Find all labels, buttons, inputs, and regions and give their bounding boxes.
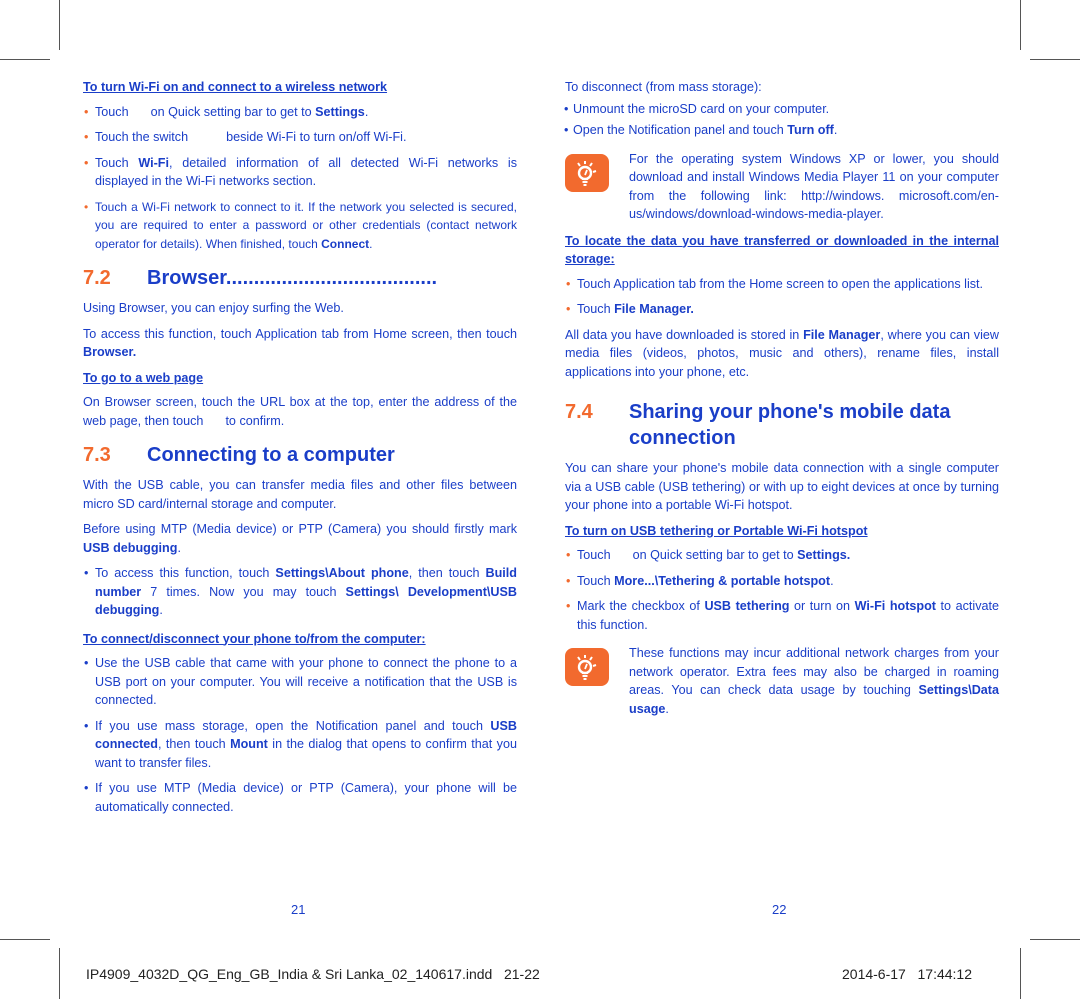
list-item: • Touch Application tab from the Home scr… — [565, 275, 999, 294]
connect-subheading: To connect/disconnect your phone to/from… — [83, 631, 426, 646]
bullet-icon: • — [84, 718, 89, 733]
bullet-icon: • — [84, 781, 89, 795]
file-slug: IP4909_4032D_QG_Eng_GB_India & Sri Lanka… — [86, 966, 540, 982]
section-title: Browser.................................… — [147, 267, 438, 289]
bullet-icon: • — [566, 276, 571, 291]
paragraph: With the USB cable, you can transfer med… — [83, 478, 517, 511]
bullet-icon: • — [84, 656, 89, 670]
list-item: • If you use mass storage, open the Notif… — [84, 718, 517, 770]
page-number-left: 21 — [291, 902, 306, 917]
paragraph: All data you have downloaded is stored i… — [565, 327, 999, 379]
tip-note: For the operating system Windows XP or l… — [565, 150, 999, 224]
wifi-steps: • Touch on Quick setting bar to get to Set… — [83, 103, 517, 254]
section-heading-computer: 7.3 Connecting to a computer — [83, 442, 517, 468]
webpage-subheading: To go to a web page — [83, 370, 204, 385]
section-title: Sharing your phone's mobile data connect… — [629, 401, 951, 449]
left-page: To turn Wi-Fi on and connect to a wirele… — [83, 78, 517, 823]
list-item: • Touch on Quick setting bar to get to Set… — [83, 103, 517, 122]
lightbulb-icon — [565, 153, 609, 192]
list-item: • Touch File Manager. — [565, 300, 999, 319]
paragraph: Before using MTP (Media device) or PTP (… — [83, 522, 517, 555]
list-item: • Touch Wi-Fi, detailed information of al… — [84, 155, 518, 189]
crop-mark — [1020, 0, 1021, 50]
lightbulb-icon — [565, 648, 609, 686]
bullet-icon: • — [564, 101, 569, 116]
crop-mark — [1030, 59, 1080, 60]
tethering-subheading: To turn on USB tethering or Portable Wi-… — [565, 523, 868, 538]
bullet-icon: • — [84, 130, 89, 144]
list-item: • Use the USB cable that came with your p… — [84, 656, 517, 707]
section-number: 7.4 — [565, 401, 593, 423]
section-number: 7.2 — [83, 267, 111, 289]
locate-subheading: To locate the data you have transferred … — [565, 233, 999, 267]
tip-text: These functions may incur additional net… — [629, 646, 999, 716]
paragraph: On Browser screen, touch the URL box at … — [83, 395, 517, 428]
bullet-icon: • — [566, 573, 571, 588]
crop-mark — [1020, 948, 1021, 999]
paragraph: You can share your phone's mobile data c… — [565, 461, 999, 512]
bullet-icon: • — [84, 155, 89, 170]
list-item: • Open the Notification panel and touch T… — [564, 121, 999, 140]
print-timestamp: 2014-6-17 17:44:12 — [842, 966, 972, 982]
bullet-icon: • — [566, 599, 571, 613]
list-item: • Touch More...\Tethering & portable hots… — [565, 572, 999, 591]
disconnect-steps: • Unmount the microSD card on your comput… — [564, 100, 999, 140]
list-item: • Unmount the microSD card on your comput… — [564, 100, 999, 119]
list-item: • Touch the switch beside Wi-Fi to turn on… — [83, 128, 517, 147]
bullet-icon: • — [566, 548, 571, 562]
list-item: • If you use MTP (Media device) or PTP (C… — [84, 781, 517, 814]
usb-debug-steps: • To access this function, touch Settings… — [83, 564, 517, 620]
bullet-icon: • — [84, 566, 89, 580]
right-page: To disconnect (from mass storage): • Unmo… — [564, 78, 999, 726]
bullet-icon: • — [84, 104, 89, 119]
tip-note: These functions may incur additional net… — [565, 644, 999, 718]
crop-mark — [59, 948, 60, 999]
section-title: Connecting to a computer — [147, 444, 395, 466]
paragraph: To access this function, touch Applicati… — [83, 326, 517, 360]
crop-mark — [0, 939, 50, 940]
connect-steps: • Use the USB cable that came with your p… — [83, 654, 517, 816]
section-heading-sharing: 7.4 Sharing your phone's mobile data con… — [565, 399, 999, 451]
crop-mark — [0, 59, 50, 60]
section-number: 7.3 — [83, 444, 111, 466]
crop-mark — [1030, 939, 1080, 940]
list-item: • Mark the checkbox of USB tethering or t… — [566, 599, 1000, 632]
tethering-steps: • Touch on Quick setting bar to get to Set… — [565, 546, 999, 634]
paragraph: To disconnect (from mass storage): — [565, 80, 762, 94]
bullet-icon: • — [566, 302, 571, 316]
page-number-right: 22 — [772, 902, 787, 917]
bullet-icon: • — [564, 123, 569, 137]
crop-mark — [59, 0, 60, 50]
tip-text: For the operating system Windows XP or l… — [629, 151, 999, 222]
section-heading-browser: 7.2 Browser.............................… — [83, 265, 517, 291]
paragraph: Using Browser, you can enjoy surfing the… — [83, 301, 344, 315]
list-item: • To access this function, touch Settings… — [84, 566, 517, 617]
wifi-subheading: To turn Wi-Fi on and connect to a wirele… — [83, 80, 388, 94]
list-item: • Touch a Wi-Fi network to connect to it.… — [84, 199, 517, 251]
locate-steps: • Touch Application tab from the Home scr… — [565, 275, 999, 319]
list-item: • Touch on Quick setting bar to get to Set… — [565, 546, 999, 565]
bullet-icon: • — [84, 199, 89, 214]
